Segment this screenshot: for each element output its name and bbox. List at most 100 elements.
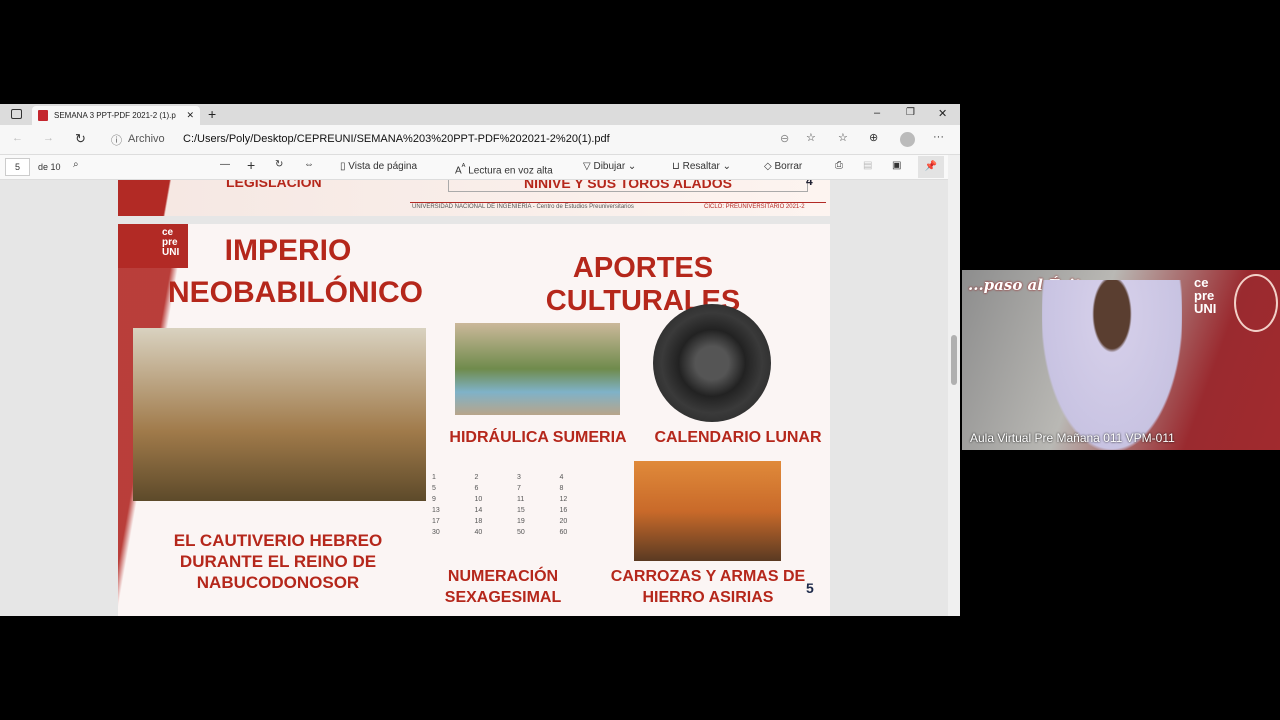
- minimize-button[interactable]: –: [874, 107, 880, 119]
- university-seal: [1234, 274, 1278, 332]
- numeral-cell: 11: [517, 496, 525, 503]
- highlight-label: Resaltar: [682, 161, 720, 172]
- pdf-icon: [38, 110, 48, 121]
- numeral-cell: 60: [559, 529, 568, 536]
- numeral-cell: 18: [474, 518, 483, 525]
- numeral-cell: 50: [517, 529, 525, 536]
- close-tab-icon[interactable]: ✕: [186, 110, 194, 121]
- numeral-cell: 4: [559, 474, 564, 481]
- page-view-button[interactable]: ▯ Vista de página: [340, 161, 417, 172]
- numeral-cell: 1: [432, 474, 436, 481]
- browser-window: SEMANA 3 PPT-PDF 2021-2 (1).p ✕ + – ❐ ✕ …: [0, 104, 960, 616]
- prev-slide-title: LEGISLACIÓN: [226, 180, 322, 190]
- erase-button[interactable]: ◇ Borrar: [764, 161, 802, 172]
- slide-page-number: 5: [806, 580, 814, 596]
- tab-bar: SEMANA 3 PPT-PDF 2021-2 (1).p ✕ + – ❐ ✕: [0, 104, 960, 125]
- url-input[interactable]: C:/Users/Poly/Desktop/CEPREUNI/SEMANA%20…: [183, 133, 610, 145]
- tab-title: SEMANA 3 PPT-PDF 2021-2 (1).p: [54, 111, 176, 120]
- numeral-cell: 8: [559, 485, 564, 492]
- zoom-in-button[interactable]: +: [247, 157, 255, 173]
- numeral-cell: 20: [559, 518, 568, 525]
- print-icon[interactable]: ⎙: [835, 160, 843, 171]
- webcam-logo: ce pre UNI: [1194, 275, 1217, 316]
- numeral-cell: 15: [517, 507, 525, 514]
- captivity-caption: EL CAUTIVERIO HEBREO DURANTE EL REINO DE…: [173, 531, 383, 592]
- scrollbar-thumb[interactable]: [951, 335, 957, 385]
- numeration-caption: NUMERACIÓN SEXAGESIMAL: [444, 568, 562, 606]
- back-icon[interactable]: ←: [12, 132, 23, 144]
- save-as-icon[interactable]: ▣: [892, 160, 901, 171]
- pin-toolbar-icon[interactable]: 📌: [918, 156, 944, 178]
- hydraulic-image: [455, 323, 620, 415]
- hydraulic-caption: HIDRÁULICA SUMERIA: [449, 429, 627, 446]
- sexagesimal-numerals: 1 2 3 4 5 6 7 8 9 10 11 12 13 14 15 16 17 18 19 20 30 40 50 60: [432, 474, 602, 536]
- tab-pdf[interactable]: SEMANA 3 PPT-PDF 2021-2 (1).p ✕: [32, 106, 200, 125]
- pdf-toolbar: 5 de 10 ⌕ — + ↻ ⇔ ▯ Vista de página Aᴬ L…: [0, 155, 960, 180]
- info-icon: ⓘ: [111, 135, 122, 147]
- chariots-caption: CARROZAS Y ARMAS DE HIERRO ASIRIAS: [610, 568, 806, 606]
- numeral-cell: 16: [559, 507, 568, 514]
- numeral-cell: 3: [517, 474, 521, 481]
- calendar-caption: CALENDARIO LUNAR: [654, 429, 822, 446]
- draw-button[interactable]: ▽ Dibujar ⌄: [583, 161, 636, 172]
- numeral-cell: 40: [474, 529, 483, 536]
- highlight-button[interactable]: ⊔ Resaltar ⌄: [672, 161, 731, 172]
- forward-icon[interactable]: →: [43, 132, 54, 144]
- numeral-cell: 12: [559, 496, 568, 503]
- numeral-cell: 7: [517, 485, 521, 492]
- footer-university: UNIVERSIDAD NACIONAL DE INGENIERÍA - Cen…: [412, 204, 634, 210]
- slide-title: IMPERIO NEOBABILÓNICO: [168, 230, 423, 314]
- vertical-scrollbar[interactable]: [948, 155, 960, 616]
- lunar-calendar-image: [653, 304, 771, 422]
- close-window-button[interactable]: ✕: [938, 107, 947, 120]
- new-tab-button[interactable]: +: [208, 106, 216, 122]
- numeral-cell: 10: [474, 496, 483, 503]
- rotate-icon[interactable]: ↻: [275, 159, 283, 170]
- title-line-2: NEOBABILÓNICO: [168, 276, 423, 309]
- tab-actions-icon[interactable]: [11, 109, 22, 119]
- page-number-input[interactable]: 5: [5, 158, 30, 176]
- read-aloud-button[interactable]: Aᴬ Lectura en voz alta: [455, 161, 553, 176]
- captivity-painting: [133, 328, 426, 501]
- address-label: Archivo: [128, 133, 165, 145]
- favorites-icon[interactable]: ☆: [838, 131, 848, 144]
- webcam-label: Aula Virtual Pre Mañana 011 VPM-011: [970, 431, 1175, 445]
- address-bar: ← → ↻ ⓘ Archivo C:/Users/Poly/Desktop/CE…: [0, 125, 960, 155]
- more-button[interactable]: ···: [933, 131, 944, 143]
- numeral-cell: 5: [432, 485, 436, 492]
- slide-heading: APORTES CULTURALES: [545, 252, 741, 317]
- zoom-icon[interactable]: ⊖: [780, 132, 789, 145]
- numeral-cell: 6: [474, 485, 479, 492]
- title-line-1: IMPERIO: [224, 234, 352, 267]
- add-favorite-icon[interactable]: ☆: [806, 131, 816, 144]
- numeral-cell: 14: [474, 507, 483, 514]
- erase-label: Borrar: [774, 161, 803, 172]
- read-aloud-label: Lectura en voz alta: [468, 165, 553, 177]
- draw-label: Dibujar: [593, 161, 626, 172]
- save-icon[interactable]: ▤: [863, 160, 872, 171]
- webcam-video: ...paso al Éxito ce pre UNI Aula Virtual…: [962, 270, 1280, 450]
- search-icon[interactable]: ⌕: [73, 159, 79, 170]
- presenter: [1042, 280, 1182, 450]
- zoom-out-button[interactable]: —: [220, 159, 230, 170]
- prev-slide-subtitle: NINIVE Y SUS TOROS ALADOS: [448, 180, 808, 192]
- avatar[interactable]: [900, 132, 915, 147]
- collections-icon[interactable]: ⊕: [869, 131, 878, 144]
- numeral-cell: 13: [432, 507, 440, 514]
- page-count: de 10: [38, 162, 61, 172]
- numeral-cell: 2: [474, 474, 479, 481]
- current-slide: ce pre UNI IMPERIO NEOBABILÓNICO APORTES …: [118, 224, 830, 616]
- pdf-viewer: LEGISLACIÓN NINIVE Y SUS TOROS ALADOS 4 …: [0, 180, 948, 616]
- refresh-icon[interactable]: ↻: [75, 131, 86, 147]
- numeral-cell: 30: [432, 529, 440, 536]
- prev-page-number: 4: [806, 180, 813, 188]
- footer-cycle: CICLO: PREUNIVERSITARIO 2021-2: [704, 204, 805, 210]
- maximize-button[interactable]: ❐: [906, 107, 915, 118]
- numeral-cell: 19: [517, 518, 525, 525]
- fit-page-icon[interactable]: ⇔: [304, 159, 314, 170]
- chariots-image: [634, 461, 781, 561]
- previous-slide: LEGISLACIÓN NINIVE Y SUS TOROS ALADOS 4 …: [118, 180, 830, 216]
- numeral-cell: 17: [432, 518, 440, 525]
- page-view-label: Vista de página: [348, 161, 418, 172]
- numeral-cell: 9: [432, 496, 436, 503]
